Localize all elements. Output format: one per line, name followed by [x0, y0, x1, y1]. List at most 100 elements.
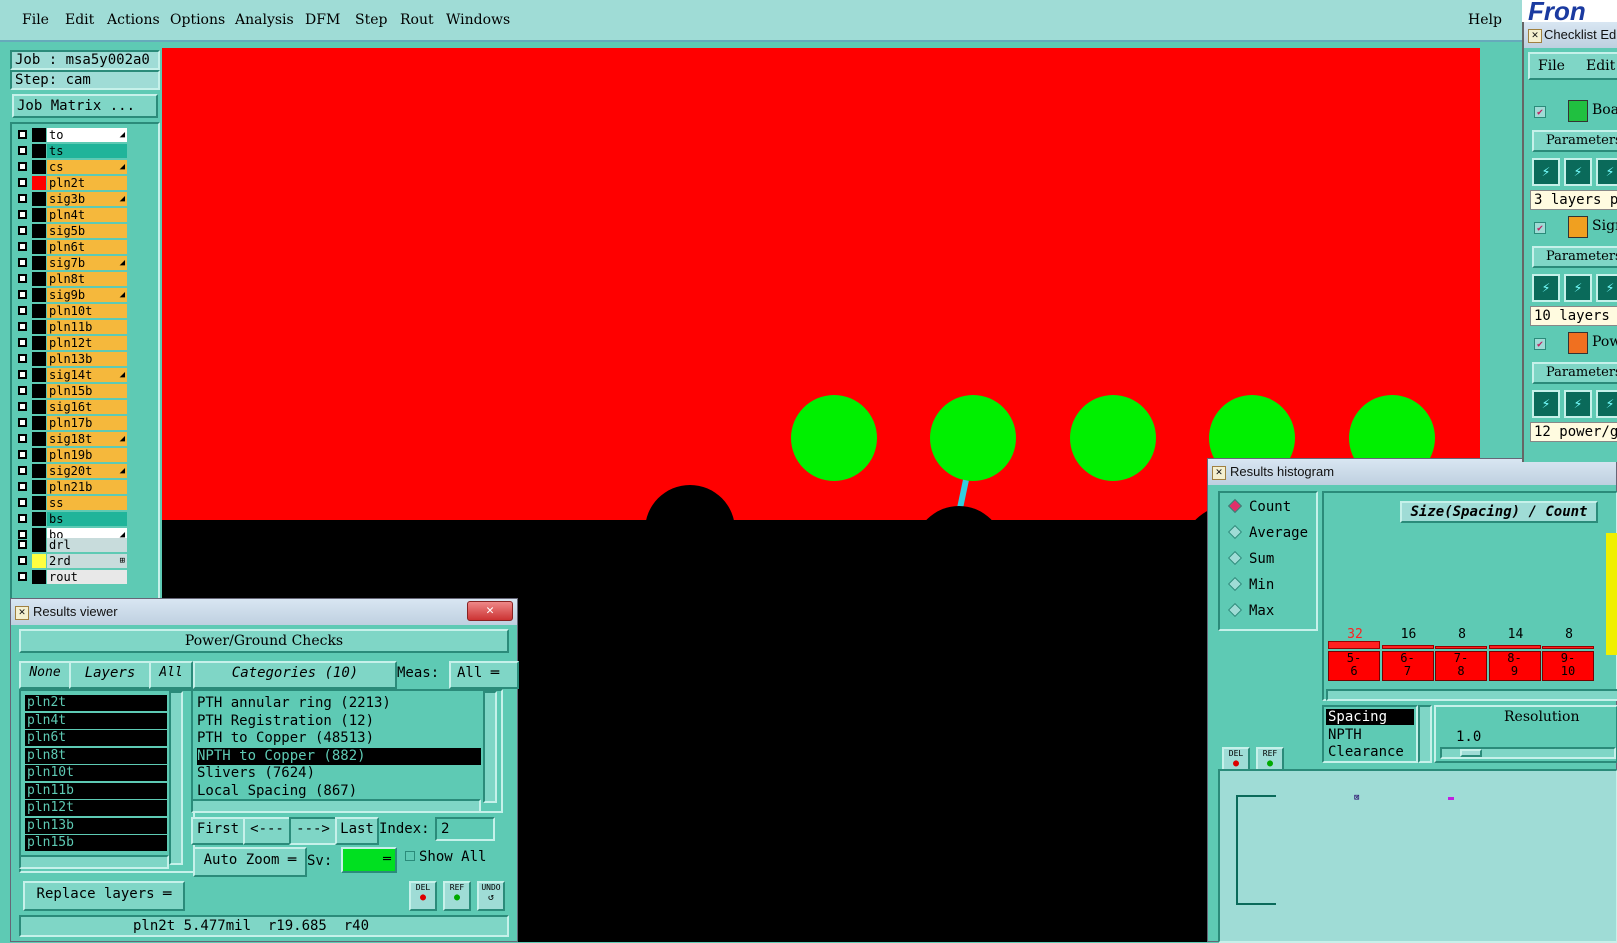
- run-icon[interactable]: ⚡: [1564, 158, 1592, 186]
- layer-color-swatch[interactable]: [32, 432, 46, 446]
- next-button[interactable]: --->: [289, 817, 337, 845]
- layer-checkbox[interactable]: [18, 226, 27, 235]
- layer-color-swatch[interactable]: [32, 368, 46, 382]
- layer-name[interactable]: rout: [47, 570, 127, 584]
- replace-layers-dropdown[interactable]: Replace layers ═: [23, 881, 185, 911]
- type-list-scrollbar[interactable]: [1418, 705, 1432, 763]
- show-all-checkbox[interactable]: [405, 851, 415, 861]
- category-item[interactable]: Slivers (7624): [197, 765, 315, 782]
- layer-row-ts[interactable]: ts: [16, 144, 136, 158]
- layers-button[interactable]: Layers: [69, 661, 151, 689]
- histogram-bin-label[interactable]: 6- 7: [1381, 651, 1434, 681]
- layer-checkbox[interactable]: [18, 498, 27, 507]
- layer-row-pln6t[interactable]: pln6t: [16, 240, 136, 254]
- histogram-bar[interactable]: [1381, 645, 1434, 649]
- layer-name[interactable]: pln12t: [47, 336, 127, 350]
- type-list-item[interactable]: NPTH: [1326, 727, 1414, 743]
- result-layer-item[interactable]: pln12t: [25, 800, 167, 816]
- layer-row-sig7b[interactable]: sig7b ◢: [16, 256, 136, 270]
- layer-name[interactable]: cs ◢: [47, 160, 127, 174]
- layer-color-swatch[interactable]: [32, 208, 46, 222]
- category-item[interactable]: Local Spacing (867): [197, 783, 357, 800]
- checklist-item-name[interactable]: Pow: [1592, 334, 1617, 350]
- menu-options[interactable]: Options: [170, 12, 225, 28]
- index-input[interactable]: 2: [435, 817, 495, 841]
- layer-color-swatch[interactable]: [32, 256, 46, 270]
- layer-color-swatch[interactable]: [32, 144, 46, 158]
- layer-checkbox[interactable]: [18, 274, 27, 283]
- resolution-slider[interactable]: [1440, 747, 1616, 759]
- category-item[interactable]: NPTH to Copper (882): [197, 747, 481, 765]
- layer-color-swatch[interactable]: [32, 570, 46, 584]
- first-button[interactable]: First: [191, 817, 245, 845]
- result-layer-item[interactable]: pln11b: [25, 782, 167, 799]
- resolution-slider-thumb[interactable]: [1460, 749, 1482, 757]
- layer-color-swatch[interactable]: [32, 480, 46, 494]
- menu-edit[interactable]: Edit: [65, 12, 94, 28]
- layer-name[interactable]: sig5b: [47, 224, 127, 238]
- run-icon[interactable]: ⚡: [1532, 390, 1560, 418]
- categories-hscrollbar[interactable]: [191, 799, 481, 813]
- checklist-item-name[interactable]: Boa: [1592, 102, 1617, 118]
- result-layer-item[interactable]: pln15b: [25, 835, 167, 851]
- layer-row-sig20t[interactable]: sig20t ◢: [16, 464, 136, 478]
- layer-checkbox[interactable]: [18, 354, 27, 363]
- layer-color-swatch[interactable]: [32, 240, 46, 254]
- mode-radio-min[interactable]: Min: [1227, 576, 1274, 593]
- prev-button[interactable]: <---: [243, 817, 291, 845]
- layer-checkbox[interactable]: [18, 210, 27, 219]
- run-icon[interactable]: ⚡: [1564, 274, 1592, 302]
- layer-checkbox[interactable]: [18, 306, 27, 315]
- layer-checkbox[interactable]: [18, 370, 27, 379]
- category-item[interactable]: PTH annular ring (2213): [197, 695, 391, 712]
- histogram-bin-label[interactable]: 8- 9: [1488, 651, 1541, 681]
- layer-color-swatch[interactable]: [32, 554, 46, 568]
- categories-scrollbar[interactable]: [483, 691, 497, 803]
- layer-checkbox[interactable]: [18, 130, 27, 139]
- layer-name[interactable]: sig14t ◢: [47, 368, 127, 382]
- checklist-titlebar[interactable]: ✕ Checklist Ed: [1524, 22, 1617, 48]
- categories-button[interactable]: Categories (10): [193, 661, 397, 689]
- menu-actions[interactable]: Actions: [107, 12, 160, 28]
- severity-dropdown[interactable]: ═: [341, 847, 397, 873]
- layer-name[interactable]: pln2t: [47, 176, 127, 190]
- categories-list[interactable]: PTH annular ring (2213) PTH Registration …: [191, 689, 503, 813]
- layer-checkbox[interactable]: [18, 194, 27, 203]
- layer-name[interactable]: sig20t ◢: [47, 464, 127, 478]
- checklist-item-checkbox[interactable]: ✔: [1534, 338, 1546, 350]
- last-button[interactable]: Last: [335, 817, 379, 845]
- layer-row-pln12t[interactable]: pln12t: [16, 336, 136, 350]
- histogram-titlebar[interactable]: ✕ Results histogram: [1208, 459, 1616, 485]
- layer-row-pln21b[interactable]: pln21b: [16, 480, 136, 494]
- results-viewer-titlebar[interactable]: ✕ Results viewer: [11, 599, 517, 625]
- run-icon[interactable]: ⚡: [1532, 274, 1560, 302]
- menu-file[interactable]: File: [22, 12, 49, 28]
- layer-color-swatch[interactable]: [32, 288, 46, 302]
- run-icon[interactable]: ⚡: [1596, 390, 1617, 418]
- job-matrix-button[interactable]: Job Matrix ...: [12, 94, 158, 118]
- checklist-item-name[interactable]: Sign: [1592, 218, 1617, 234]
- layer-checkbox[interactable]: [18, 540, 27, 549]
- layer-name[interactable]: pln17b: [47, 416, 127, 430]
- result-layer-item[interactable]: pln2t: [25, 695, 167, 711]
- layer-color-swatch[interactable]: [32, 448, 46, 462]
- checklist-parameters-button[interactable]: Parameters: [1532, 130, 1617, 152]
- type-list-item[interactable]: Spacing: [1326, 709, 1414, 725]
- layer-row-rout[interactable]: rout: [16, 570, 136, 584]
- layer-checkbox[interactable]: [18, 322, 27, 331]
- none-button[interactable]: None: [19, 661, 71, 689]
- layer-name[interactable]: drl: [47, 538, 127, 552]
- layer-row-pln13b[interactable]: pln13b: [16, 352, 136, 366]
- layer-list-hscrollbar[interactable]: [19, 855, 169, 869]
- checklist-menu-file[interactable]: File: [1538, 58, 1565, 74]
- histogram-hscrollbar[interactable]: [1326, 689, 1617, 701]
- layer-row-sig16t[interactable]: sig16t: [16, 400, 136, 414]
- run-icon[interactable]: ⚡: [1564, 390, 1592, 418]
- type-list[interactable]: Spacing NPTH Clearance: [1322, 705, 1418, 763]
- layer-checkbox[interactable]: [18, 162, 27, 171]
- layer-name[interactable]: pln8t: [47, 272, 127, 286]
- mode-radio-sum[interactable]: Sum: [1227, 550, 1274, 567]
- layer-name[interactable]: to ◢: [47, 128, 127, 142]
- layer-name[interactable]: sig3b ◢: [47, 192, 127, 206]
- layer-row-pln10t[interactable]: pln10t: [16, 304, 136, 318]
